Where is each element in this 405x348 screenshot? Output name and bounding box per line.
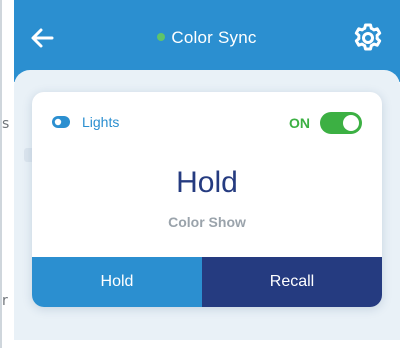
recall-button[interactable]: Recall xyxy=(202,257,382,307)
light-toggle-icon xyxy=(52,116,70,128)
device-label: Lights xyxy=(82,114,120,130)
page-title: Color Sync xyxy=(171,28,257,47)
power-switch[interactable] xyxy=(320,112,362,134)
hold-button-label: Hold xyxy=(100,273,134,290)
power-toggle[interactable]: ON xyxy=(289,112,362,134)
gear-icon xyxy=(354,23,382,51)
partial-background-text: s xyxy=(2,116,10,132)
settings-button[interactable] xyxy=(352,22,384,54)
app-screen: s r Color Sync Lights ON Hold Color Show… xyxy=(0,0,405,348)
mode-title: Hold xyxy=(176,166,238,199)
lights-card: Lights ON Hold Color Show Hold Recall xyxy=(32,92,382,307)
recall-button-label: Recall xyxy=(269,273,315,290)
connection-status-dot xyxy=(157,33,166,41)
partial-background-text: r xyxy=(2,293,8,309)
header-title: Color Sync xyxy=(14,28,400,48)
device-label-row: Lights xyxy=(52,114,119,130)
switch-knob xyxy=(343,115,359,131)
hold-button[interactable]: Hold xyxy=(32,257,202,307)
power-status-label: ON xyxy=(289,115,310,131)
mode-subtitle: Color Show xyxy=(168,214,246,230)
